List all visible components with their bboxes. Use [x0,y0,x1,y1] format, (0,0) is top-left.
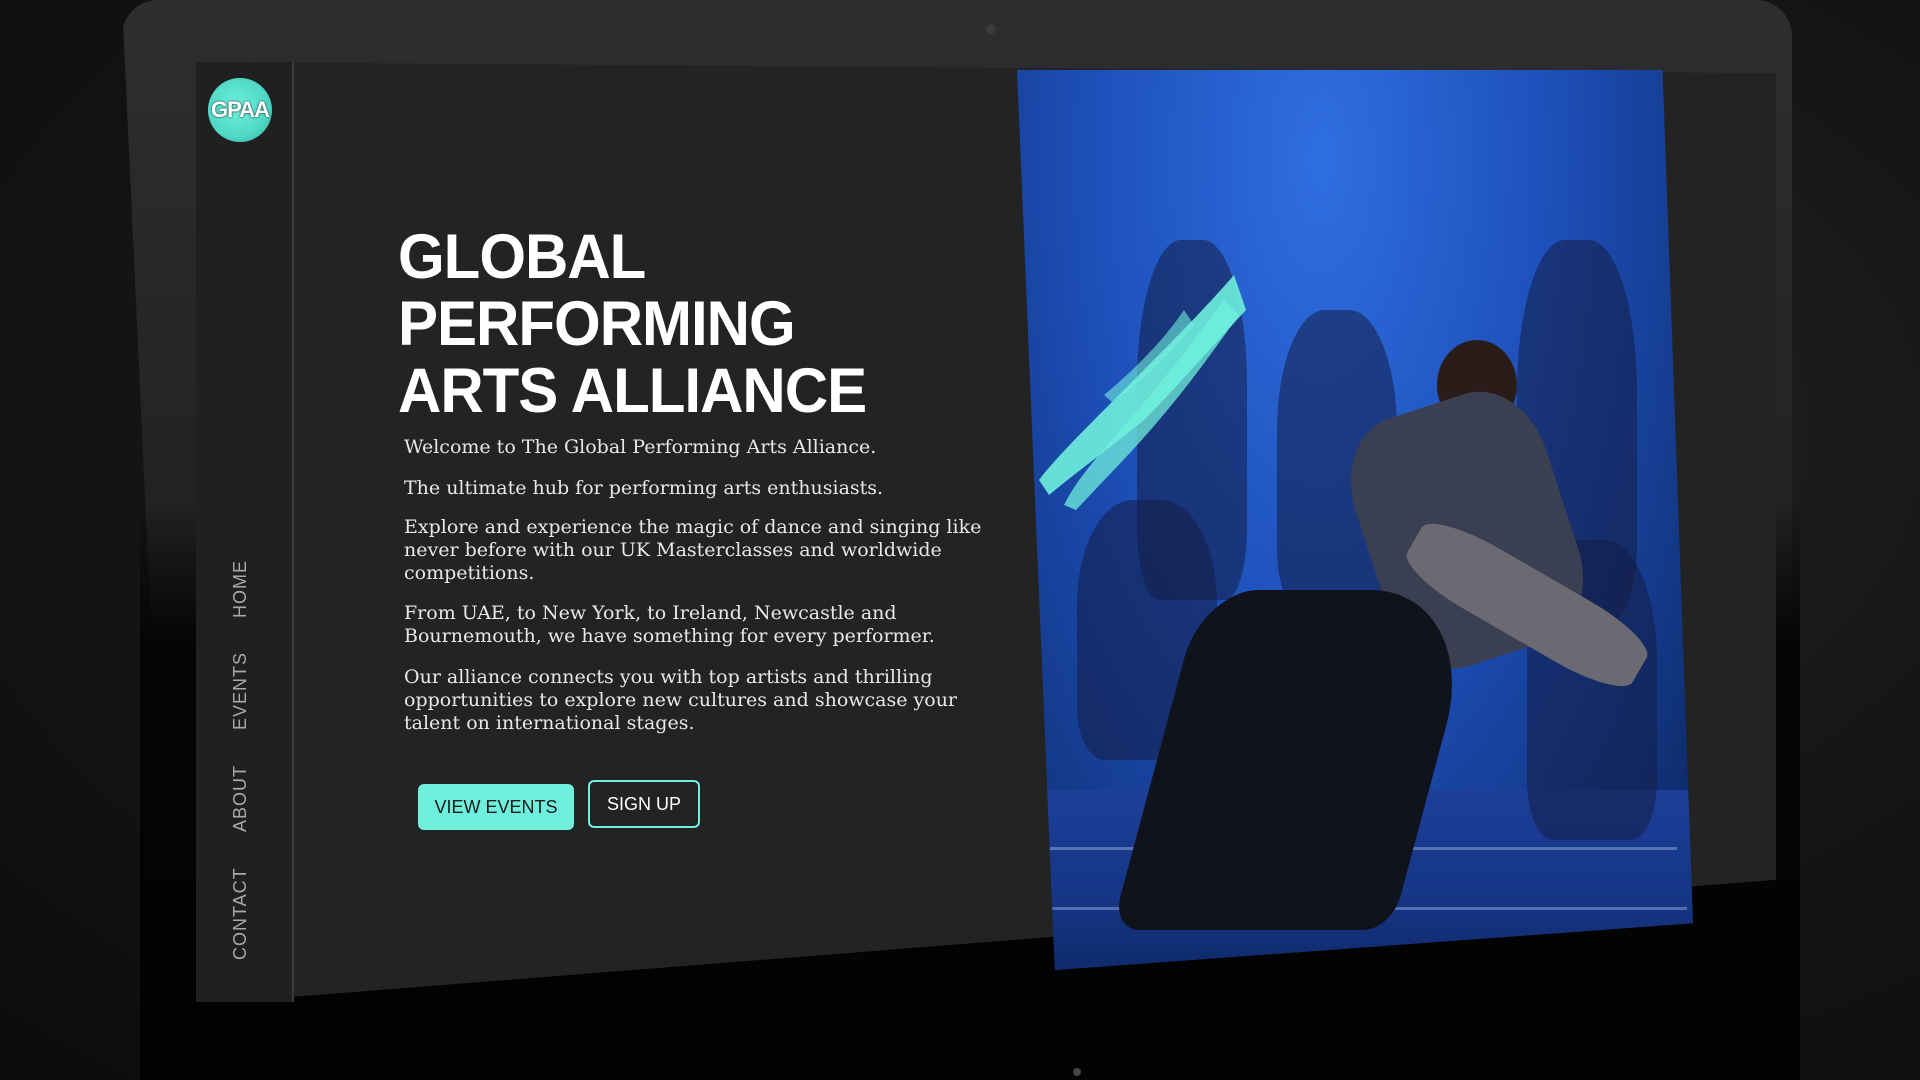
nav-item-about[interactable]: ABOUT [230,765,251,832]
nav-item-contact[interactable]: CONTACT [230,867,251,960]
title-line-2: PERFORMING [398,288,796,359]
nav-item-events[interactable]: EVENTS [230,652,251,730]
webcam-icon [986,24,996,34]
gpaa-logo[interactable]: GPAA [208,78,272,142]
brush-stroke-decoration [1039,275,1246,510]
nav-item-home[interactable]: HOME [230,558,251,618]
alliance-paragraph: Our alliance connects you with top artis… [404,666,958,734]
hero-dance-photo [1017,70,1693,970]
page-title: GLOBAL PERFORMING ARTS ALLIANCE [398,223,958,425]
hub-paragraph: The ultimate hub for performing arts ent… [404,477,884,499]
title-line-1: GLOBAL [398,221,646,292]
welcome-paragraph: Welcome to The Global Performing Arts Al… [404,436,877,458]
sign-up-button[interactable]: SIGN UP [588,780,700,828]
logo-text: GPAA [211,97,270,122]
monitor-stand-dot [1073,1068,1081,1076]
title-line-3: ARTS ALLIANCE [398,355,867,426]
view-events-button[interactable]: VIEW EVENTS [418,784,574,830]
explore-paragraph: Explore and experience the magic of danc… [404,516,982,584]
locations-paragraph: From UAE, to New York, to Ireland, Newca… [404,602,935,647]
sidebar [196,62,294,1002]
